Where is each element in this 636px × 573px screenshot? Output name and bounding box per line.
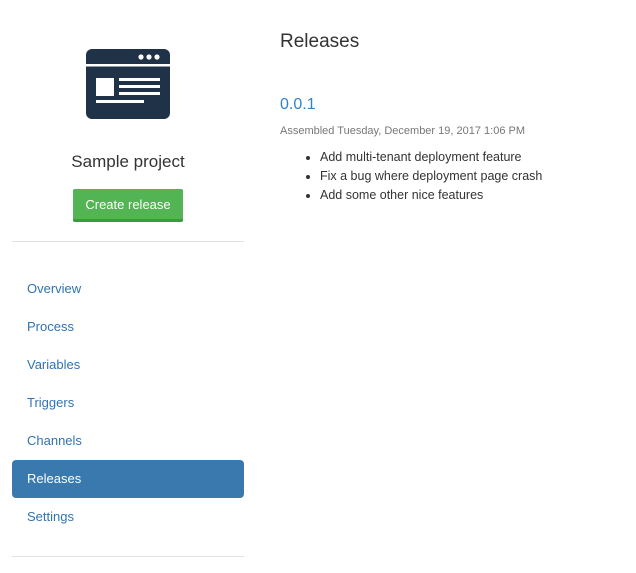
release-note-item: Add multi-tenant deployment feature <box>320 148 542 167</box>
release-assembled-date: Assembled Tuesday, December 19, 2017 1:0… <box>280 125 525 137</box>
release-notes-list: Add multi-tenant deployment feature Fix … <box>280 148 542 205</box>
sidebar-item-settings[interactable]: Settings <box>12 498 244 536</box>
sidebar-divider-top <box>12 241 244 242</box>
sidebar-item-overview[interactable]: Overview <box>12 270 244 308</box>
release-version-link[interactable]: 0.0.1 <box>280 96 316 114</box>
page-title: Releases <box>280 31 360 52</box>
sidebar-item-triggers[interactable]: Triggers <box>12 384 244 422</box>
page: Sample project Create release Overview P… <box>0 0 636 573</box>
sidebar-nav: Overview Process Variables Triggers Chan… <box>12 270 244 536</box>
sidebar-item-process[interactable]: Process <box>12 308 244 346</box>
sidebar-divider-bottom <box>12 556 244 557</box>
sidebar-item-variables[interactable]: Variables <box>12 346 244 384</box>
create-release-button[interactable]: Create release <box>73 189 183 222</box>
release-note-item: Fix a bug where deployment page crash <box>320 167 542 186</box>
browser-window-icon <box>86 49 170 119</box>
sidebar: Sample project Create release Overview P… <box>12 0 244 573</box>
sidebar-item-channels[interactable]: Channels <box>12 422 244 460</box>
sidebar-item-releases[interactable]: Releases <box>12 460 244 498</box>
project-name: Sample project <box>71 152 185 171</box>
release-note-item: Add some other nice features <box>320 186 542 205</box>
